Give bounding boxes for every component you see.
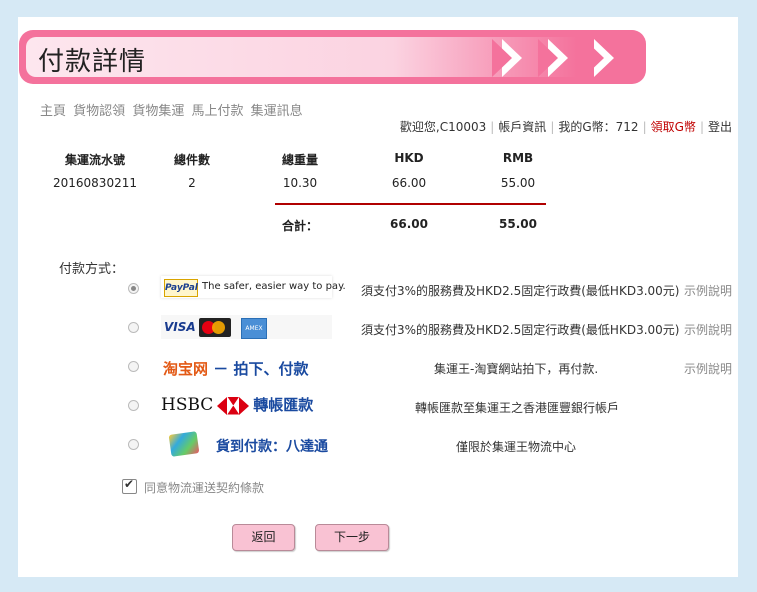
- taobao-logo: 淘宝网 － 拍下、付款: [163, 358, 308, 379]
- amex-logo: AMEX: [241, 318, 267, 339]
- mastercard-logo: [199, 318, 231, 337]
- page-title: 付款詳情: [38, 47, 147, 77]
- divider: |: [699, 120, 704, 134]
- payment-desc-paypal: 須支付3%的服務費及HKD2.5固定行政費(最低HKD3.00元): [361, 284, 680, 298]
- chevron-decoration: [492, 39, 512, 77]
- payment-desc-card: 須支付3%的服務費及HKD2.5固定行政費(最低HKD3.00元): [361, 323, 680, 337]
- coin-balance: 我的G幣：712: [558, 120, 639, 134]
- account-link[interactable]: 帳戶資訊: [498, 120, 546, 134]
- octopus-card-icon: [168, 431, 200, 457]
- hsbc-tagline: 轉帳匯款: [253, 396, 314, 414]
- total-divider: [275, 203, 546, 205]
- nav-item-consolidate[interactable]: 貨物集運: [132, 104, 184, 119]
- cell-weight: 10.30: [282, 176, 318, 190]
- payment-option-card: VISA AMEX 須支付3%的服務費及HKD2.5固定行政費(最低HKD3.0…: [0, 314, 757, 342]
- divider: |: [642, 120, 647, 134]
- octopus-label: 貨到付款：八達通: [216, 439, 328, 455]
- cell-hkd: 66.00: [391, 176, 427, 190]
- card-logos: VISA AMEX: [161, 315, 332, 339]
- taobao-tagline: － 拍下、付款: [213, 360, 309, 378]
- nav-item-claim[interactable]: 貨物認領: [73, 104, 125, 119]
- column-header-rmb: RMB: [502, 151, 534, 165]
- hsbc-wordmark: HSBC: [161, 395, 214, 415]
- example-link-card[interactable]: 示例說明: [684, 321, 732, 338]
- claim-coins-link[interactable]: 領取G幣: [651, 120, 696, 134]
- nav-item-news[interactable]: 集運訊息: [251, 104, 303, 119]
- payment-option-hsbc: HSBC 轉帳匯款 轉帳匯款至集運王之香港匯豐銀行帳戶: [0, 392, 757, 420]
- column-header-serial: 集運流水號: [64, 153, 125, 167]
- visa-logo: VISA: [164, 320, 196, 334]
- agree-label: 同意物流運送契約條款: [144, 481, 265, 495]
- paypal-logo: PayPal The safer, easier way to pay.: [161, 276, 346, 298]
- paypal-brand-mark: PayPal: [164, 279, 198, 297]
- payment-option-paypal: PayPal The safer, easier way to pay. 須支付…: [0, 275, 757, 303]
- nav-item-home[interactable]: 主頁: [40, 104, 66, 119]
- payment-desc-hsbc: 轉帳匯款至集運王之香港匯豐銀行帳戶: [415, 401, 620, 415]
- main-nav: 主頁 貨物認領 貨物集運 馬上付款 集運訊息: [40, 100, 306, 119]
- example-link-paypal[interactable]: 示例說明: [684, 282, 732, 299]
- payment-radio-hsbc[interactable]: [128, 400, 139, 411]
- header-banner: 付款詳情: [19, 30, 646, 84]
- divider: |: [550, 120, 555, 134]
- payment-radio-octopus[interactable]: [128, 439, 139, 450]
- hsbc-logo: HSBC 轉帳匯款: [161, 394, 313, 415]
- chevron-decoration: [538, 39, 558, 77]
- hsbc-hexagon-icon: [217, 396, 250, 415]
- divider: |: [490, 120, 495, 134]
- total-hkd: 66.00: [390, 217, 428, 231]
- header-banner-inner: 付款詳情: [26, 37, 638, 77]
- paypal-tagline: The safer, easier way to pay.: [202, 281, 346, 292]
- agree-checkbox[interactable]: [122, 477, 137, 494]
- taobao-brand: 淘宝网: [163, 360, 209, 378]
- cell-rmb: 55.00: [500, 176, 536, 190]
- column-header-weight: 總重量: [281, 153, 318, 167]
- payment-desc-octopus: 僅限於集運王物流中心: [456, 440, 577, 454]
- logout-link[interactable]: 登出: [708, 120, 732, 134]
- cell-count: 2: [188, 176, 196, 190]
- payment-radio-taobao[interactable]: [128, 361, 139, 372]
- payment-option-taobao: 淘宝网 － 拍下、付款 集運王-淘寶網站拍下，再付款. 示例說明: [0, 353, 757, 381]
- nav-item-pay-now[interactable]: 馬上付款: [191, 104, 243, 119]
- payment-desc-taobao: 集運王-淘寶網站拍下，再付款.: [434, 362, 599, 376]
- total-label: 合計：: [281, 219, 318, 233]
- next-button[interactable]: 下一步: [315, 524, 389, 551]
- user-bar: 歡迎您,C10003 | 帳戶資訊 | 我的G幣：712 | 領取G幣 | 登出: [400, 118, 732, 135]
- total-rmb: 55.00: [499, 217, 537, 231]
- back-button[interactable]: 返回: [232, 524, 295, 551]
- welcome-text: 歡迎您,C10003: [399, 120, 487, 134]
- payment-option-octopus: 貨到付款：八達通 僅限於集運王物流中心: [0, 431, 757, 459]
- payment-radio-card[interactable]: [128, 322, 139, 333]
- column-header-hkd: HKD: [394, 151, 424, 165]
- cell-serial: 20160830211: [53, 176, 137, 190]
- column-header-count: 總件數: [173, 153, 210, 167]
- example-link-taobao[interactable]: 示例說明: [684, 360, 732, 377]
- payment-radio-paypal[interactable]: [128, 283, 139, 294]
- chevron-decoration: [584, 39, 604, 77]
